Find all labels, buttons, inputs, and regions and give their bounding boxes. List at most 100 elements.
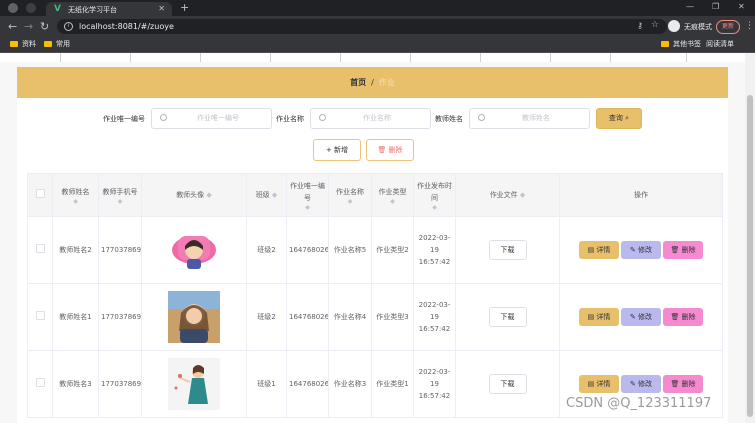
- folder-icon: [10, 41, 18, 47]
- download-button[interactable]: 下载: [488, 240, 527, 260]
- col-hw-file[interactable]: 作业文件 ◆: [455, 173, 560, 217]
- class-cell: 班级2: [246, 216, 287, 284]
- top-nav-strip: [0, 53, 745, 62]
- batch-delete-button[interactable]: 🗑 删除: [366, 139, 414, 161]
- search-code-input[interactable]: [170, 111, 266, 125]
- sort-icon[interactable]: ◆: [272, 191, 277, 199]
- bookmark-star-icon[interactable]: ☆: [651, 20, 659, 30]
- teacher-name-cell: 教师姓名1: [52, 283, 99, 351]
- col-class[interactable]: 班级 ◆: [246, 173, 287, 217]
- delete-button[interactable]: 🗑 删除: [663, 375, 703, 393]
- browser-icon[interactable]: [8, 3, 18, 13]
- search-code-field[interactable]: [151, 108, 272, 129]
- sort-icon[interactable]: ◆: [206, 191, 211, 199]
- tab-search-icon[interactable]: [26, 3, 36, 13]
- browser-tab[interactable]: V 无纸化学习平台 ✕: [46, 2, 172, 16]
- col-teacher-name[interactable]: 教师姓名 ◆: [52, 173, 99, 217]
- breadcrumb-home[interactable]: 首页: [350, 78, 366, 87]
- teacher-avatar-image: [168, 224, 220, 276]
- hw-name-cell: 作业名称4: [328, 283, 372, 351]
- col-teacher-avatar[interactable]: 教师头像 ◆: [141, 173, 247, 217]
- col-teacher-phone[interactable]: 教师手机号 ◆: [98, 173, 142, 217]
- query-button[interactable]: 查询 ⌕: [596, 108, 642, 129]
- sort-icon[interactable]: ◆: [331, 198, 369, 205]
- detail-button[interactable]: ▤ 详情: [579, 375, 619, 393]
- scrollbar-thumb[interactable]: [747, 95, 753, 417]
- hw-type-cell: 作业类型1: [371, 350, 414, 418]
- delete-button[interactable]: 🗑 删除: [663, 241, 703, 259]
- detail-button[interactable]: ▤ 详情: [579, 308, 619, 326]
- edit-button[interactable]: ✎ 修改: [621, 308, 661, 326]
- sort-icon[interactable]: ◆: [374, 198, 411, 205]
- edit-icon: ✎: [629, 380, 636, 388]
- sort-icon[interactable]: ◆: [289, 204, 326, 211]
- search-teacher-label: 教师姓名: [435, 115, 463, 123]
- search-icon: ⌕: [625, 114, 630, 122]
- close-window-icon[interactable]: ✕: [738, 2, 745, 11]
- folder-icon: [661, 41, 669, 47]
- col-hw-name[interactable]: 作业名称 ◆: [328, 173, 372, 217]
- hw-code-cell: 16476802629424: [286, 350, 329, 418]
- browser-tab-strip: V 无纸化学习平台 ✕ + — ❐ ✕: [0, 0, 755, 16]
- edit-button[interactable]: ✎ 修改: [621, 241, 661, 259]
- class-cell: 班级2: [246, 283, 287, 351]
- browser-menu-icon[interactable]: ⋮: [745, 21, 754, 31]
- url-bar[interactable]: i localhost:8081/#/zuoye ⚷ ☆: [57, 19, 667, 34]
- forward-icon[interactable]: →: [24, 20, 33, 33]
- table-row: 教师姓名1 17703786901 班级2 16476802629425 作业名…: [27, 283, 723, 351]
- sort-icon[interactable]: ◆: [101, 198, 139, 205]
- add-button[interactable]: + 新增: [313, 139, 361, 161]
- bookmark-folder-changyong[interactable]: 常用: [44, 39, 70, 49]
- teacher-avatar-image: [168, 291, 220, 343]
- row-checkbox[interactable]: [35, 243, 45, 253]
- teacher-phone-cell: 17703786902: [98, 216, 142, 284]
- hw-time-cell: 2022-03-19 16:57:42: [413, 216, 456, 284]
- url-text: localhost:8081/#/zuoye: [79, 22, 174, 31]
- edit-button[interactable]: ✎ 修改: [621, 375, 661, 393]
- page-scrollbar[interactable]: [745, 53, 755, 423]
- search-hwname-field[interactable]: [310, 108, 431, 129]
- sort-icon[interactable]: ◆: [416, 204, 453, 211]
- incognito-label: 无痕模式: [684, 23, 712, 31]
- bookmark-reading-list[interactable]: 阅读清单: [706, 39, 734, 49]
- search-teacher-input[interactable]: [488, 111, 584, 125]
- bookmark-folder-ziliao[interactable]: 资料: [10, 39, 36, 49]
- back-icon[interactable]: ←: [8, 20, 17, 33]
- table-header-row: 教师姓名 ◆ 教师手机号 ◆ 教师头像 ◆ 班级 ◆ 作业唯一编号 ◆ 作业名称 ◆ 作…: [27, 173, 723, 217]
- reload-icon[interactable]: ↻: [40, 20, 49, 33]
- hw-code-cell: 16476802629425: [286, 283, 329, 351]
- teacher-avatar-image: [168, 358, 220, 410]
- delete-button[interactable]: 🗑 删除: [663, 308, 703, 326]
- download-button[interactable]: 下载: [488, 374, 527, 394]
- trash-icon: 🗑: [377, 146, 387, 154]
- hw-name-cell: 作业名称3: [328, 350, 372, 418]
- hw-time-cell: 2022-03-19 16:57:42: [413, 350, 456, 418]
- breadcrumb-current: 作业: [378, 78, 395, 87]
- teacher-name-cell: 教师姓名3: [52, 350, 99, 418]
- select-all-cell: [27, 173, 53, 217]
- col-hw-code[interactable]: 作业唯一编号 ◆: [286, 173, 329, 217]
- update-button[interactable]: 更新: [716, 20, 740, 34]
- download-button[interactable]: 下载: [488, 307, 527, 327]
- document-icon: ▤: [587, 380, 595, 388]
- restore-icon[interactable]: ❐: [712, 2, 719, 11]
- row-checkbox[interactable]: [35, 310, 45, 320]
- key-icon[interactable]: ⚷: [637, 21, 643, 30]
- tab-close-icon[interactable]: ✕: [158, 4, 165, 13]
- row-checkbox[interactable]: [35, 377, 45, 387]
- site-info-icon[interactable]: i: [64, 22, 73, 31]
- sort-icon[interactable]: ◆: [520, 191, 525, 199]
- new-tab-icon[interactable]: +: [180, 1, 189, 14]
- search-teacher-field[interactable]: [469, 108, 590, 129]
- col-hw-type[interactable]: 作业类型 ◆: [371, 173, 414, 217]
- sort-icon[interactable]: ◆: [55, 198, 96, 205]
- minimize-icon[interactable]: —: [686, 2, 694, 11]
- detail-button[interactable]: ▤ 详情: [579, 241, 619, 259]
- bookmark-other[interactable]: 其他书签: [661, 39, 701, 49]
- col-hw-time[interactable]: 作业发布时间 ◆: [413, 173, 456, 217]
- select-all-checkbox[interactable]: [35, 188, 45, 198]
- incognito-icon[interactable]: [668, 20, 680, 32]
- search-code-label: 作业唯一编号: [103, 115, 145, 123]
- search-hwname-input[interactable]: [329, 111, 425, 125]
- edit-icon: ✎: [629, 313, 636, 321]
